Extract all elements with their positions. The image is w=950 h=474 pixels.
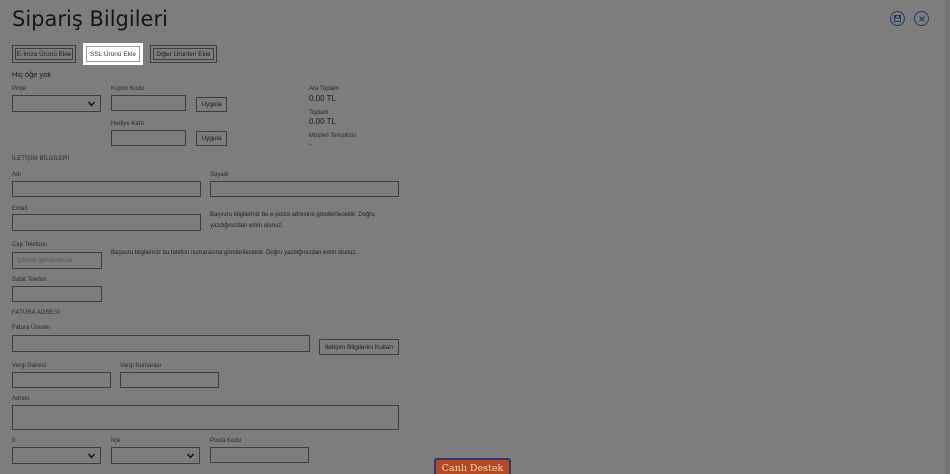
add-esign-product-button[interactable]: E-İmza Ürünü Ekle xyxy=(12,45,76,63)
email-input[interactable] xyxy=(12,214,201,231)
city-label: İl xyxy=(12,438,15,444)
scrollbar[interactable] xyxy=(945,0,950,474)
chevron-down-icon xyxy=(88,101,95,106)
live-support-button[interactable]: Canlı Destek xyxy=(434,458,511,474)
tax-office-input[interactable] xyxy=(12,372,111,388)
email-note: Başvuru bilgileriniz bu e-posta adresine… xyxy=(210,212,375,229)
add-ssl-product-button[interactable]: SSL Ürünü Ekle xyxy=(83,43,143,65)
district-label: İlçe xyxy=(111,438,121,444)
email-label: Email xyxy=(12,206,28,212)
apply-giftcard-button[interactable]: Uygula xyxy=(196,131,227,146)
add-other-products-button[interactable]: Diğer Ürünleri Ekle xyxy=(150,45,217,63)
add-other-products-label: Diğer Ürünleri Ekle xyxy=(153,48,214,60)
billing-section-title: FATURA ADRESİ xyxy=(12,310,60,316)
first-name-label: Adı xyxy=(12,172,22,178)
giftcard-label: Hediye Kartı xyxy=(111,121,145,127)
coupon-label: Kupon Kodu xyxy=(111,86,145,92)
address-textarea[interactable] xyxy=(12,405,399,430)
use-contact-info-button[interactable]: İletişim Bilgilerini Kullan xyxy=(319,339,399,355)
add-esign-product-label: E-İmza Ürünü Ekle xyxy=(15,48,73,60)
tax-office-label: Vergi Dairesi xyxy=(12,363,47,369)
first-name-input[interactable] xyxy=(12,181,201,197)
mobile-input[interactable]: Şifreniz gönderilecek xyxy=(12,252,102,269)
subtotal-value: 0.00 TL xyxy=(309,94,336,103)
total-value: 0.00 TL xyxy=(309,117,336,126)
rep-label: Müşteri Temsilcisi xyxy=(309,133,356,139)
close-icon[interactable] xyxy=(914,11,929,26)
project-label: Proje xyxy=(12,86,27,92)
billing-title-input[interactable] xyxy=(12,335,310,352)
apply-coupon-button[interactable]: Uygula xyxy=(196,97,227,112)
district-select[interactable] xyxy=(111,447,200,464)
save-icon[interactable] xyxy=(890,11,905,26)
phone-label: Sabit Telefon xyxy=(12,277,47,283)
cart-empty-text: Hiç öğe yok xyxy=(12,70,52,79)
subtotal-label: Ara Toplam xyxy=(309,86,340,92)
tax-number-input[interactable] xyxy=(120,372,219,388)
last-name-label: Soyadı xyxy=(210,172,229,178)
contact-section-title: İLETİŞİM BİLGİLERİ xyxy=(12,156,70,162)
postcode-input[interactable] xyxy=(210,447,309,463)
coupon-input[interactable] xyxy=(111,95,186,111)
chevron-down-icon xyxy=(88,453,95,458)
total-label: Toplam xyxy=(309,110,329,116)
chevron-down-icon xyxy=(187,453,194,458)
project-select[interactable] xyxy=(12,95,101,112)
add-ssl-product-label: SSL Ürünü Ekle xyxy=(86,46,140,62)
address-label: Adresi xyxy=(12,396,30,402)
tax-number-label: Vergi Numarası xyxy=(120,363,162,369)
mobile-note: Başvuru bilgileriniz bu telefon numarası… xyxy=(111,250,358,256)
postcode-label: Posta Kodu xyxy=(210,438,242,444)
page-title: Sipariş Bilgileri xyxy=(12,7,168,31)
mobile-label: Cep Telefonu xyxy=(12,242,48,248)
last-name-input[interactable] xyxy=(210,181,399,197)
billing-title-label: Fatura Ünvanı xyxy=(12,325,51,331)
phone-input[interactable] xyxy=(12,286,102,302)
giftcard-input[interactable] xyxy=(111,130,186,146)
city-select[interactable] xyxy=(12,447,101,464)
mobile-placeholder: Şifreniz gönderilecek xyxy=(17,257,73,264)
rep-value: - xyxy=(309,140,312,149)
